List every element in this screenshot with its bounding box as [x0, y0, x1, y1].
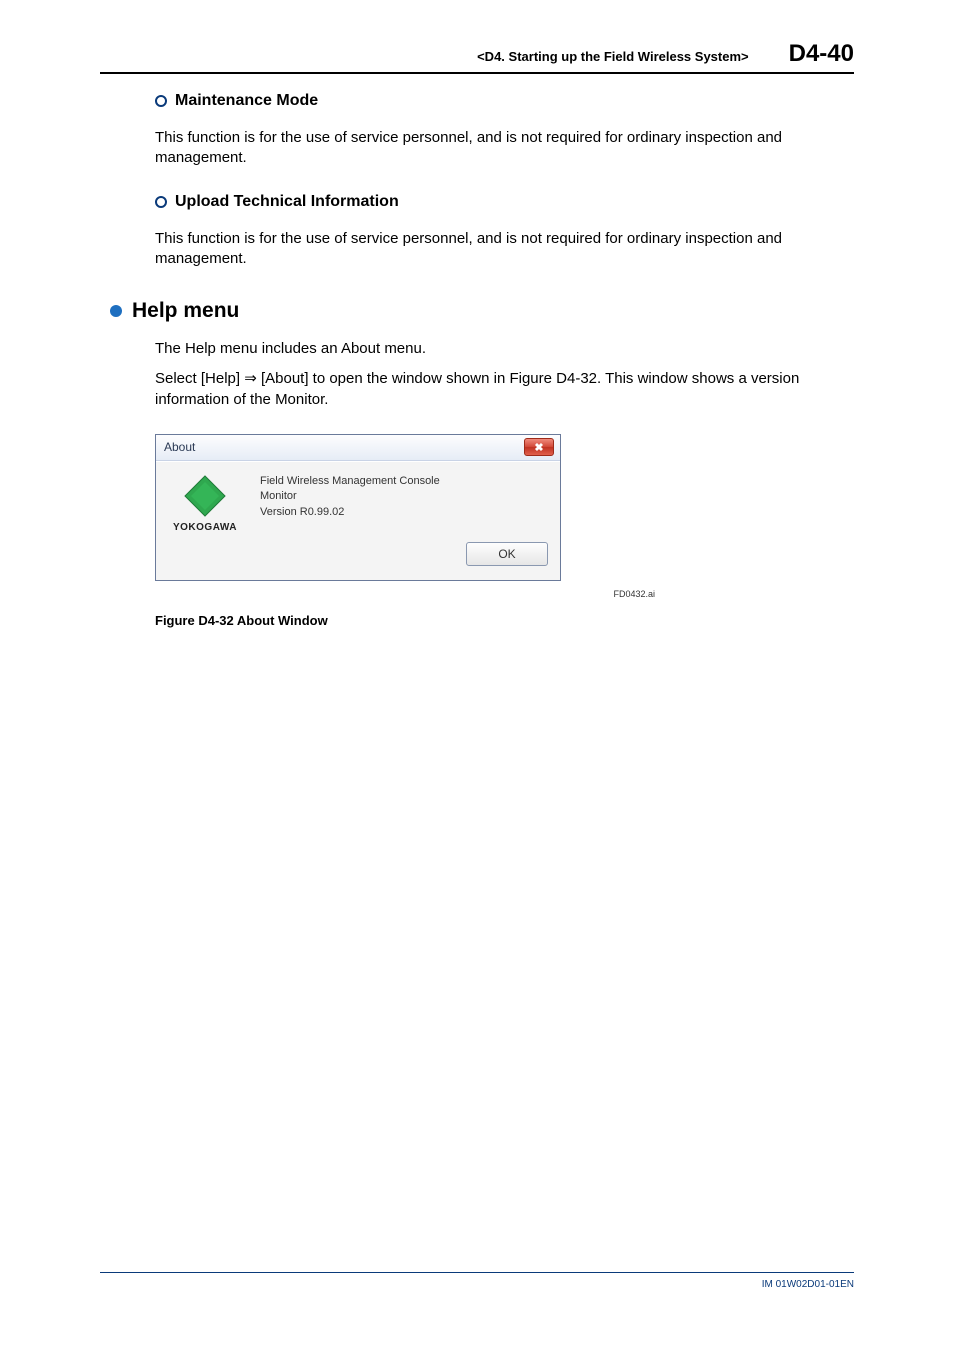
header-breadcrumb: <D4. Starting up the Field Wireless Syst… — [477, 49, 749, 64]
instruction-pre: Select [Help] — [155, 370, 244, 387]
figure-caption: Figure D4-32 About Window — [155, 613, 854, 628]
close-button[interactable]: ✖ — [524, 438, 554, 456]
dialog-line3: Version R0.99.02 — [260, 505, 548, 520]
ok-button[interactable]: OK — [466, 542, 548, 566]
header-page-number: D4-40 — [789, 40, 854, 68]
arrow-icon: ⇒ — [244, 370, 257, 387]
dialog-line1: Field Wireless Management Console — [260, 474, 548, 489]
dialog-titlebar: About ✖ — [156, 435, 560, 461]
help-intro: The Help menu includes an About menu. — [155, 339, 854, 359]
figure-source-ref: FD0432.ai — [155, 589, 655, 599]
yokogawa-logo-icon — [183, 474, 227, 518]
filled-circle-icon — [110, 305, 122, 317]
section-maintenance-body: This function is for the use of service … — [155, 128, 854, 169]
brand-name: YOKOGAWA — [173, 522, 237, 533]
page-header: <D4. Starting up the Field Wireless Syst… — [100, 40, 854, 74]
close-icon: ✖ — [534, 441, 543, 454]
page-footer: IM 01W02D01-01EN — [100, 1272, 854, 1290]
about-dialog-figure: About ✖ YOKOGAWA Field Wireless M — [155, 434, 854, 581]
dialog-body: YOKOGAWA Field Wireless Management Conso… — [156, 461, 560, 580]
about-dialog: About ✖ YOKOGAWA Field Wireless M — [155, 434, 561, 581]
section-title: Help menu — [132, 299, 239, 323]
section-title: Upload Technical Information — [175, 193, 399, 211]
dialog-line2: Monitor — [260, 489, 548, 504]
brand-logo-block: YOKOGAWA — [168, 474, 242, 566]
section-maintenance-heading: Maintenance Mode — [155, 92, 854, 110]
ok-button-label: OK — [498, 546, 515, 563]
dialog-title: About — [164, 440, 195, 454]
section-title: Maintenance Mode — [175, 92, 318, 110]
hollow-circle-icon — [155, 95, 167, 107]
dialog-info: Field Wireless Management Console Monito… — [260, 474, 548, 566]
section-upload-body: This function is for the use of service … — [155, 229, 854, 270]
help-instruction: Select [Help] ⇒ [About] to open the wind… — [155, 369, 854, 410]
footer-doc-id: IM 01W02D01-01EN — [762, 1279, 854, 1290]
hollow-circle-icon — [155, 196, 167, 208]
section-upload-heading: Upload Technical Information — [155, 193, 854, 211]
section-help-heading: Help menu — [110, 299, 854, 323]
